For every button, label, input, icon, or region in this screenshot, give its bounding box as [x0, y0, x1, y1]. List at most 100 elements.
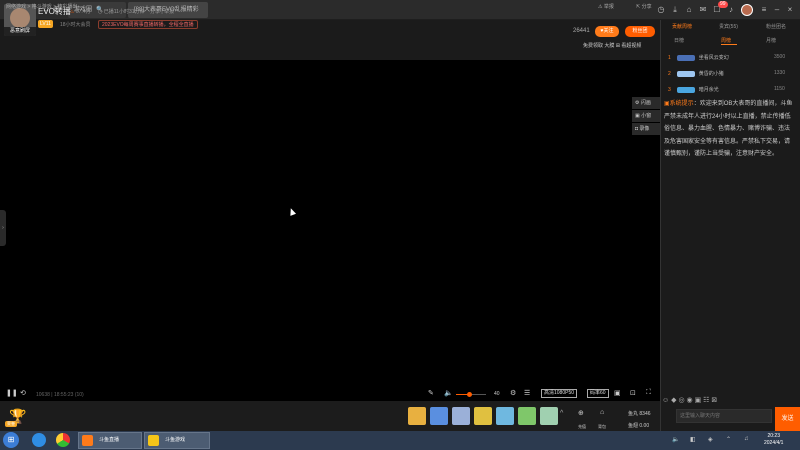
rank-row[interactable]: 2 黄昏的小猪 1330 — [668, 70, 792, 77]
clock-icon[interactable]: ◷ — [656, 5, 666, 15]
user-avatar[interactable] — [741, 4, 753, 16]
rank-number: 3 — [668, 87, 671, 93]
report-link[interactable]: ⚠ 举报 — [598, 3, 614, 10]
gift-item-icon[interactable] — [474, 407, 492, 425]
douyu-app-icon — [82, 435, 93, 446]
hot-text: 57.4万 — [75, 9, 91, 15]
float-tool-label: 闪画 — [640, 100, 651, 106]
recharge-label[interactable]: 充值 — [578, 424, 586, 430]
anchor-face — [10, 8, 30, 28]
gift-item-icon[interactable] — [518, 407, 536, 425]
badge-icon[interactable]: ◎ — [678, 397, 684, 404]
notice-text: ：欢迎来到OB大表哥的直播间，斗鱼严禁未成年人进行24小时以上直播，禁止传播低俗… — [664, 101, 793, 157]
close-window-icon[interactable]: × — [785, 5, 795, 15]
chevron-up-icon[interactable]: ^ — [560, 410, 563, 417]
breadcrumb[interactable]: 网络游戏 > 格斗游戏 > 精彩播出 — [6, 3, 77, 10]
system-notice: ▣系统提示：欢迎来到OB大表哥的直播间，斗鱼严禁未成年人进行24小时以上直播，禁… — [664, 98, 794, 161]
follower-count: 26441 — [573, 28, 590, 34]
backpack-icon[interactable]: ⌂ — [600, 409, 604, 416]
gift-icon[interactable]: ▣ — [695, 397, 702, 404]
rank-number: 1 — [668, 55, 671, 61]
gift-item-icon[interactable] — [540, 407, 558, 425]
clock-date: 2024/4/1 — [764, 440, 784, 446]
gift-item-icon[interactable] — [452, 407, 470, 425]
danmaku-icon[interactable]: ☰ — [524, 389, 530, 397]
header-sub-links[interactable]: 免费领取 大膜 ⊞ 看超视频 — [583, 42, 641, 49]
history-icon[interactable]: ⊠ — [711, 397, 717, 404]
float-tool-danmaku[interactable]: ⚙ 闪画 — [632, 97, 660, 109]
tab-fan-club[interactable]: 粉丝团名 — [766, 23, 786, 30]
megaphone-icon[interactable]: ◆ — [671, 397, 676, 404]
theater-icon[interactable]: ▣ — [614, 389, 621, 397]
bitrate-select[interactable]: 码率60 — [587, 389, 609, 398]
anchor-caption: 恶意刷屏 — [4, 27, 36, 36]
tray-speaker-icon[interactable]: ♫ — [744, 436, 749, 442]
gift-item-icon[interactable] — [496, 407, 514, 425]
tab-contribution[interactable]: 贡献周榜 — [672, 23, 692, 30]
fullscreen-icon[interactable]: ⛶ — [646, 389, 651, 397]
video-player[interactable] — [0, 72, 660, 387]
tray-network-icon[interactable]: ◧ — [690, 436, 696, 443]
rank-value: 1330 — [774, 70, 786, 76]
gear-icon: ⚙ — [635, 100, 640, 106]
float-tool-record[interactable]: ◘ 录像 — [632, 123, 660, 135]
download-icon[interactable]: ⤓ — [670, 5, 680, 15]
float-tool-label: 小窗 — [641, 113, 652, 119]
volume-knob[interactable] — [466, 392, 472, 397]
mail-icon[interactable]: ✉ — [698, 5, 708, 15]
rank-row[interactable]: 1 坐看风云变幻 3500 — [668, 54, 792, 61]
settings-icon[interactable]: ⚙ — [510, 389, 516, 397]
start-button-icon[interactable]: ⊞ — [3, 432, 19, 448]
tray-arrow-icon[interactable]: ⌃ — [726, 436, 731, 443]
resolution-select[interactable]: 高清1080P50 — [541, 389, 578, 398]
recharge-icon[interactable]: ⊕ — [578, 409, 584, 417]
gift-item-icon[interactable] — [408, 407, 426, 425]
level-badge: LV11 — [38, 20, 53, 28]
rank-row[interactable]: 3 暗月余光 1150 — [668, 86, 792, 93]
trophy-label: 荣誉 — [5, 421, 17, 427]
taskbar-app-douyu[interactable]: 斗鱼直播 — [78, 432, 142, 449]
lock-icon[interactable]: ☷ — [703, 397, 709, 404]
rank-number: 2 — [668, 71, 671, 77]
taskbar-app-douyu-game[interactable]: 斗鱼游戏 — [144, 432, 210, 449]
float-tool-mini-window[interactable]: ▣ 小窗 — [632, 110, 660, 122]
edit-icon[interactable]: ✎ — [428, 389, 434, 397]
side-expand-handle[interactable]: › — [0, 210, 6, 246]
follow-button[interactable]: ♥关注 — [595, 26, 619, 37]
volume-icon[interactable]: 🔈 — [444, 389, 453, 397]
refresh-stream-icon[interactable]: ⟲ — [20, 389, 26, 397]
minimize-icon[interactable]: – — [772, 5, 782, 15]
broadcast-duration: ◷ 已播11小时31分钟 — [98, 8, 145, 15]
gift-icon[interactable]: ⌂ — [684, 5, 694, 15]
chat-input[interactable]: 这里输入聊天内容 — [676, 409, 772, 423]
chat-tools: ☺ ◆ ◎ ◉ ▣ ☷ ⊠ — [662, 396, 717, 404]
tab-daily[interactable]: 日榜 — [674, 37, 684, 44]
tab-monthly[interactable]: 月榜 — [766, 37, 776, 44]
rank-text[interactable]: 18小时大会员 — [60, 21, 91, 28]
fan-club-button[interactable]: 粉丝团 — [625, 26, 655, 37]
share-label: 分享 — [641, 4, 652, 10]
pause-icon[interactable]: ❚❚ — [6, 389, 18, 397]
share-report-links[interactable]: 分享 | 举报 — [150, 8, 174, 15]
tray-volume-icon[interactable]: 🔈 — [672, 436, 679, 443]
chrome-icon[interactable] — [56, 433, 70, 447]
menu-icon[interactable]: ≡ — [759, 5, 769, 15]
tab-weekly[interactable]: 周榜 — [721, 37, 731, 44]
share-link[interactable]: ⇱ 分享 — [636, 3, 652, 10]
tab-vip[interactable]: 贵宾(55) — [719, 23, 738, 30]
webfull-icon[interactable]: ⊡ — [630, 389, 636, 397]
promo-banner[interactable]: 2023EVO每周赛事直播转播，全程全直播 — [98, 20, 198, 29]
stream-status: 10638 | 18:55:23 (10) — [36, 392, 84, 398]
backpack-label[interactable]: 背包 — [598, 424, 606, 430]
emoji-icon[interactable]: ☺ — [662, 397, 669, 404]
clock-icon: ◷ — [98, 9, 103, 15]
breadcrumb-bar — [0, 60, 660, 72]
send-button[interactable]: 发送 — [775, 407, 800, 431]
rank-level-icon — [676, 70, 695, 77]
taskbar-clock[interactable]: 20:23 2024/4/1 — [764, 433, 783, 447]
fan-icon[interactable]: ◉ — [687, 397, 693, 404]
notification-icon[interactable]: ♪ — [726, 5, 736, 15]
browser-k-icon[interactable] — [32, 433, 46, 447]
gift-item-icon[interactable] — [430, 407, 448, 425]
tray-shield-icon[interactable]: ◈ — [708, 436, 713, 443]
